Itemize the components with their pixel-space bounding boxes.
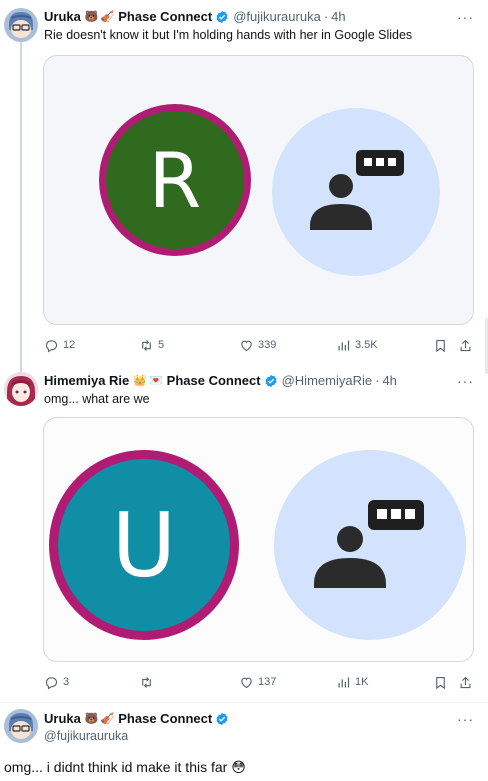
like-count: 339 [258,339,277,351]
crown-emoji: 👑 [133,375,147,387]
separator-dot: · [323,9,329,24]
reply-icon [45,339,58,353]
tweet-3[interactable]: Uruka 🐻 🎻 Phase Connect ··· @fujikurauru… [0,702,488,781]
like-icon [241,677,252,688]
like-icon [241,340,252,351]
violin-emoji: 🎻 [100,713,115,725]
like-count: 137 [258,676,277,688]
views-button[interactable]: 3.5K [336,336,378,354]
repost-icon [142,676,151,688]
handle[interactable]: @fujikurauruka [44,728,128,744]
share-button[interactable] [458,336,477,354]
person-chat-icon [314,500,424,588]
repost-count: 5 [158,339,165,351]
handle[interactable]: @fujikurauruka [233,9,321,25]
person-chat-circle [272,108,440,276]
tweet-actions: 12 5 339 3.5K [44,336,474,354]
avatar[interactable] [4,372,38,406]
like-button[interactable]: 339 [239,336,276,354]
timestamp[interactable]: 4h [331,9,345,25]
handle[interactable]: @HimemiyaRie [282,373,373,389]
person-chat-circle [274,450,466,640]
bookmark-icon [436,676,445,689]
verified-icon [216,712,228,726]
display-name[interactable]: Himemiya Rie [44,373,129,389]
thread-line [20,42,22,378]
avatar[interactable] [4,709,38,743]
more-icon[interactable]: ··· [457,374,474,388]
avatar[interactable] [4,8,38,42]
love-letter-emoji: 💌 [148,375,163,387]
tweet-media-image[interactable]: U [43,417,474,662]
verified-icon [265,374,277,388]
avatar-circle-r: R [106,111,244,249]
tweet-text: omg... i didnt think id make it this far… [4,759,246,775]
reply-icon [45,676,58,690]
display-name-org[interactable]: Phase Connect [118,711,212,727]
tweet-header: Uruka 🐻 🎻 Phase Connect @fujikurauruka ·… [44,9,346,25]
separator-dot: · [375,373,380,388]
display-name-org[interactable]: Phase Connect [118,9,212,25]
more-icon[interactable]: ··· [457,712,474,726]
person-chat-icon [310,150,404,230]
bear-emoji: 🐻 [84,11,99,23]
avatar-circle-u: U [58,459,230,631]
view-count: 3.5K [355,339,378,351]
share-icon [460,339,471,351]
tweet-header: Himemiya Rie 👑 💌 Phase Connect @Himemiya… [44,373,397,389]
tweet-header: Uruka 🐻 🎻 Phase Connect [44,711,233,727]
repost-button[interactable] [139,673,158,691]
display-name[interactable]: Uruka [44,9,81,25]
bookmark-button[interactable] [433,673,452,691]
repost-icon [142,339,151,351]
tweet-actions: 3 137 1K [44,673,474,691]
display-name-org[interactable]: Phase Connect [167,373,261,389]
avatar-letter: R [148,135,202,225]
share-button[interactable] [458,673,477,691]
reply-button[interactable]: 12 [44,336,75,354]
bear-emoji: 🐻 [84,713,99,725]
violin-emoji: 🎻 [100,11,115,23]
avatar-letter: U [111,493,177,597]
more-icon[interactable]: ··· [457,10,474,24]
tweet-2[interactable]: Himemiya Rie 👑 💌 Phase Connect @Himemiya… [0,362,488,702]
reply-count: 12 [63,339,76,351]
tweet-text: Rie doesn't know it but I'm holding hand… [44,28,413,42]
verified-icon [216,10,228,24]
repost-button[interactable]: 5 [139,336,164,354]
view-count: 1K [355,676,369,688]
timestamp[interactable]: 4h [382,373,396,389]
views-icon [338,340,350,350]
tweet-text: omg... what are we [44,392,150,406]
share-icon [460,676,471,688]
bookmark-button[interactable] [433,336,452,354]
like-button[interactable]: 137 [239,673,276,691]
display-name[interactable]: Uruka [44,711,81,727]
bookmark-icon [436,339,445,352]
reply-button[interactable]: 3 [44,673,69,691]
reply-count: 3 [63,676,70,688]
views-button[interactable]: 1K [336,673,368,691]
tweet-media-image[interactable]: R [43,55,474,325]
tweet-1[interactable]: Uruka 🐻 🎻 Phase Connect @fujikurauruka ·… [0,0,488,378]
views-icon [338,677,350,687]
